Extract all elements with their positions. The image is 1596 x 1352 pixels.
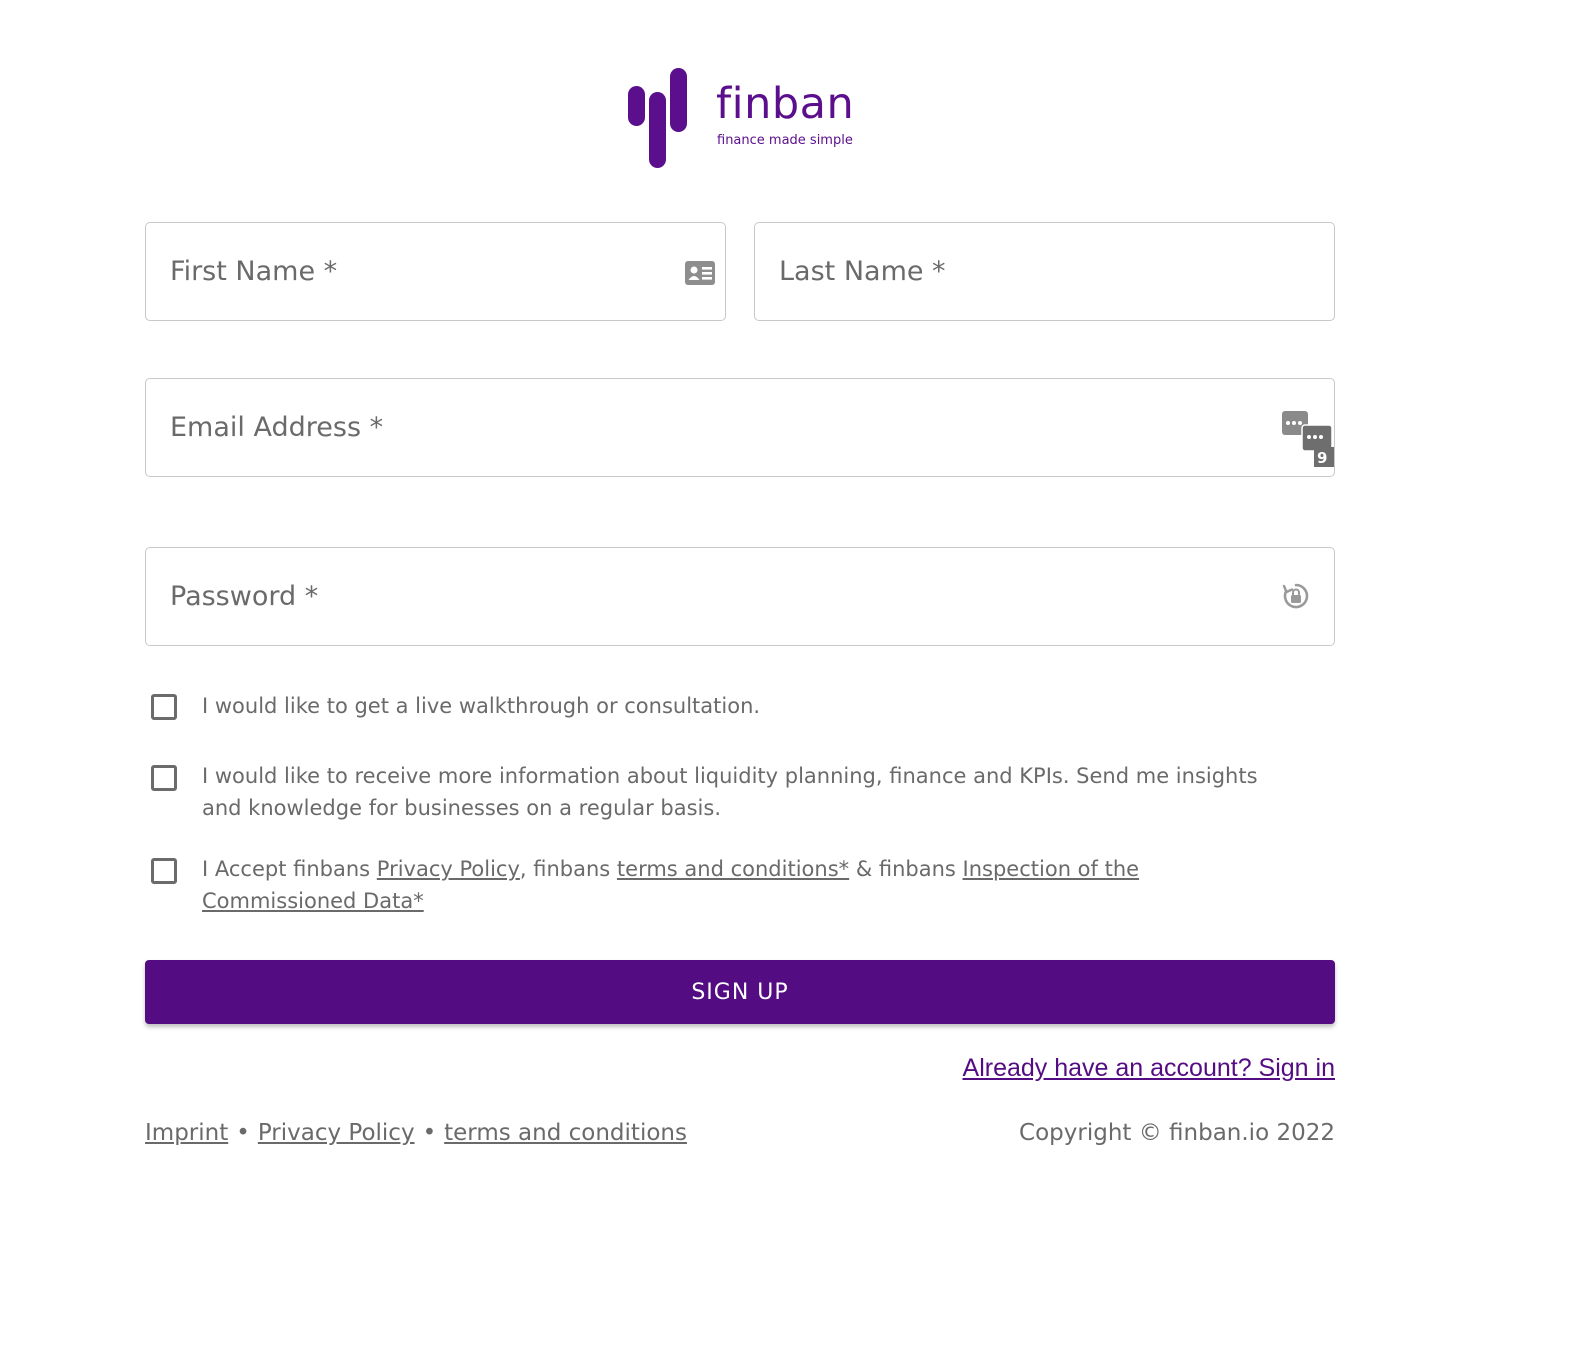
sign-up-button[interactable]: SIGN UP: [145, 960, 1335, 1024]
first-name-field[interactable]: First Name *: [145, 222, 726, 321]
footer-privacy-link[interactable]: Privacy Policy: [258, 1120, 415, 1146]
email-field[interactable]: Email Address * 9: [145, 378, 1335, 477]
sign-in-link[interactable]: Already have an account? Sign in: [963, 1054, 1335, 1083]
password-manager-icon[interactable]: 9: [1280, 411, 1334, 469]
finban-logo: finban finance made simple: [628, 66, 868, 170]
last-name-input[interactable]: [755, 223, 1334, 320]
accept-terms-text: I Accept finbans Privacy Policy, finbans…: [202, 853, 1292, 917]
consultation-checkbox[interactable]: [151, 694, 177, 720]
last-name-field[interactable]: Last Name *: [754, 222, 1335, 321]
copyright-text: Copyright © finban.io 2022: [1019, 1120, 1335, 1146]
privacy-policy-link[interactable]: Privacy Policy: [377, 857, 520, 881]
newsletter-text: I would like to receive more information…: [202, 764, 1258, 820]
logo-tagline: finance made simple: [717, 133, 853, 148]
accept-mid2: & finbans: [849, 857, 963, 881]
accept-mid1: , finbans: [519, 857, 617, 881]
newsletter-checkbox[interactable]: [151, 765, 177, 791]
logo-wordmark: finban: [716, 79, 855, 129]
footer-terms-link[interactable]: terms and conditions: [444, 1120, 687, 1146]
footer-separator: •: [422, 1120, 437, 1146]
password-field[interactable]: Password *: [145, 547, 1335, 646]
first-name-input[interactable]: [146, 223, 725, 320]
accept-terms-checkbox[interactable]: [151, 858, 177, 884]
logo-mark-icon: [628, 66, 688, 170]
password-manager-badge: 9: [1317, 449, 1327, 467]
email-input[interactable]: [146, 379, 1334, 476]
accept-prefix: I Accept finbans: [202, 857, 377, 881]
contact-card-icon[interactable]: [685, 261, 715, 285]
password-input[interactable]: [146, 548, 1334, 645]
terms-link[interactable]: terms and conditions*: [617, 857, 849, 881]
consultation-text: I would like to get a live walkthrough o…: [202, 694, 761, 718]
footer-separator: •: [236, 1120, 250, 1146]
imprint-link[interactable]: Imprint: [145, 1120, 228, 1146]
generate-password-icon[interactable]: [1282, 582, 1310, 610]
footer-links: Imprint • Privacy Policy • terms and conditi…: [145, 1120, 687, 1146]
